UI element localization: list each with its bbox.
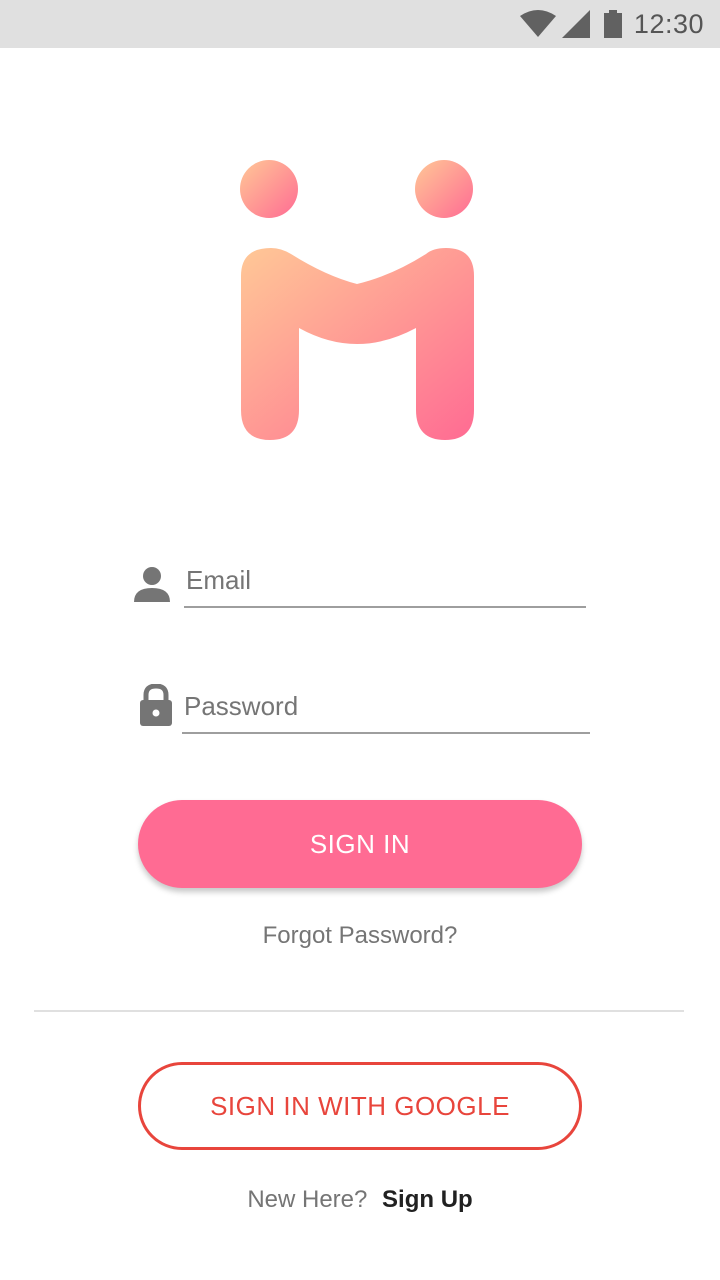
signal-icon [561,10,590,38]
status-icons: 12:30 [519,0,704,48]
battery-icon [603,10,622,38]
logo-m-shape [241,248,474,440]
lock-icon [138,683,174,733]
password-input[interactable] [182,688,590,734]
app-logo-m-icon [236,156,478,444]
signup-prompt: New Here? [247,1186,368,1213]
status-time: 12:30 [633,8,704,39]
person-icon [134,566,170,607]
logo-right-dot [415,160,473,218]
divider [34,1010,684,1012]
status-bar: 12:30 [0,0,720,48]
email-input[interactable] [184,562,586,608]
sign-in-with-google-button[interactable]: SIGN IN WITH GOOGLE [138,1062,582,1150]
forgot-password-link[interactable]: Forgot Password? [0,922,720,950]
sign-in-button[interactable]: SIGN IN [138,800,582,888]
signup-row: New Here? Sign Up [0,1186,720,1214]
wifi-icon [519,10,556,38]
logo-left-dot [240,160,298,218]
sign-up-link[interactable]: Sign Up [382,1186,473,1213]
